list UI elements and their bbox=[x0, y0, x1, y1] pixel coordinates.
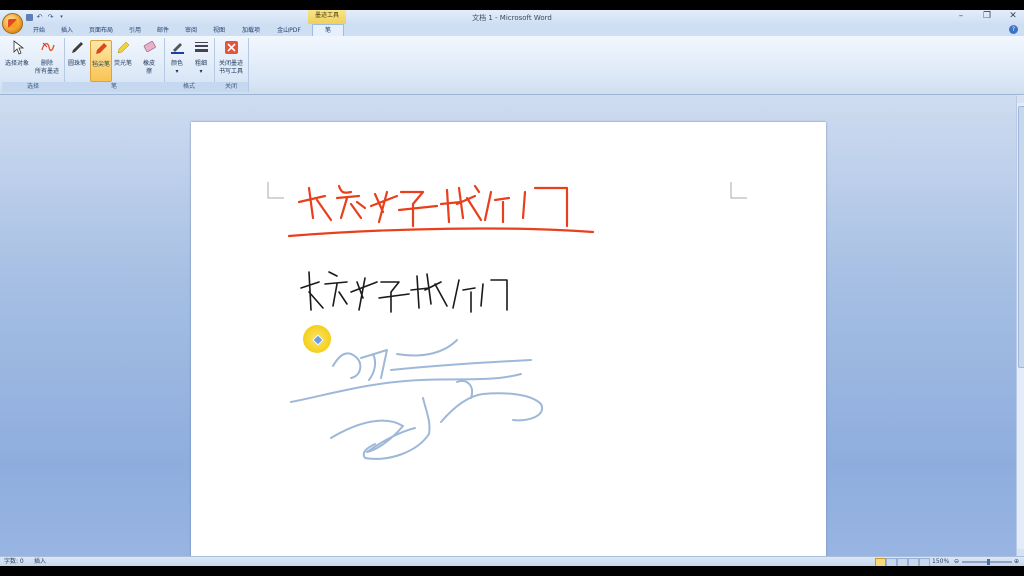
tab-page-layout[interactable]: 页面布局 bbox=[84, 25, 118, 36]
scroll-up-button[interactable] bbox=[1017, 96, 1024, 103]
office-logo-icon bbox=[8, 19, 17, 28]
restore-button[interactable]: ❐ bbox=[974, 10, 1000, 24]
title-bar: ↶ ↷ ▾ 墨迹工具 文档 1 - Microsoft Word – ❐ ✕ bbox=[0, 10, 1024, 24]
group-format: 颜色 ▾ 粗细 ▾ 格式 bbox=[164, 38, 215, 92]
ribbon: 选择对象 删除 所有墨迹 选择 圆珠笔 毡尖笔 荧光笔 橡皮 擦 笔 颜色 ▾ … bbox=[0, 36, 1024, 95]
document-page[interactable] bbox=[191, 122, 826, 562]
black-ink-strokes bbox=[300, 271, 508, 313]
arrow-cursor-icon bbox=[13, 40, 24, 55]
web-layout-view-button[interactable] bbox=[897, 558, 908, 566]
zoom-in-icon[interactable]: ⊕ bbox=[1014, 557, 1019, 566]
group-format-label: 格式 bbox=[164, 82, 214, 92]
group-close-label: 关闭 bbox=[214, 82, 248, 92]
margin-mark-top-left bbox=[267, 182, 284, 199]
tab-view[interactable]: 视图 bbox=[208, 25, 230, 36]
tab-references[interactable]: 引用 bbox=[124, 25, 146, 36]
highlighter-icon bbox=[117, 41, 129, 54]
close-ink-tools-label: 关闭墨迹 书写工具 bbox=[218, 60, 243, 75]
ink-canvas[interactable] bbox=[191, 122, 826, 562]
ballpoint-pen-button[interactable]: 圆珠笔 bbox=[66, 40, 88, 68]
thickness-button[interactable]: 粗细 ▾ bbox=[190, 40, 212, 76]
scroll-down-button[interactable] bbox=[1017, 549, 1024, 556]
tab-kingsoft-pdf[interactable]: 金山PDF bbox=[272, 25, 306, 36]
tab-home[interactable]: 开始 bbox=[28, 25, 50, 36]
close-window-button[interactable]: ✕ bbox=[1000, 10, 1024, 24]
thickness-dropdown-icon: ▾ bbox=[199, 68, 203, 75]
eraser-label: 橡皮 擦 bbox=[142, 60, 155, 75]
group-pens: 圆珠笔 毡尖笔 荧光笔 橡皮 擦 笔 bbox=[64, 38, 165, 92]
window-title: 文档 1 - Microsoft Word bbox=[472, 14, 552, 22]
eraser-button[interactable]: 橡皮 擦 bbox=[138, 40, 160, 76]
zoom-out-icon[interactable]: ⊖ bbox=[954, 557, 959, 566]
thickness-label: 粗细 bbox=[194, 60, 207, 67]
line-thickness-icon bbox=[194, 42, 208, 52]
tab-mailings[interactable]: 邮件 bbox=[152, 25, 174, 36]
select-objects-button[interactable]: 选择对象 bbox=[2, 40, 32, 68]
outline-view-button[interactable] bbox=[908, 558, 919, 566]
color-button[interactable]: 颜色 ▾ bbox=[166, 40, 188, 76]
print-layout-view-button[interactable] bbox=[875, 558, 886, 566]
highlighter-button[interactable]: 荧光笔 bbox=[112, 40, 134, 68]
tab-review[interactable]: 审阅 bbox=[180, 25, 202, 36]
red-ink-strokes bbox=[287, 184, 595, 238]
select-objects-label: 选择对象 bbox=[4, 60, 29, 67]
office-button[interactable] bbox=[2, 13, 23, 34]
draft-view-button[interactable] bbox=[919, 558, 930, 566]
tab-add-ins[interactable]: 加载项 bbox=[236, 25, 266, 36]
highlighter-label: 荧光笔 bbox=[113, 60, 132, 67]
color-dropdown-icon: ▾ bbox=[175, 68, 179, 75]
zoom-slider-knob[interactable] bbox=[987, 559, 990, 565]
group-select: 选择对象 删除 所有墨迹 选择 bbox=[2, 38, 65, 92]
vertical-scrollbar[interactable] bbox=[1016, 96, 1024, 556]
pen-color-icon bbox=[170, 43, 184, 54]
ballpoint-pen-label: 圆珠笔 bbox=[67, 60, 86, 67]
color-label: 颜色 bbox=[170, 60, 183, 67]
document-area bbox=[0, 95, 1017, 562]
scrollbar-thumb[interactable] bbox=[1018, 106, 1024, 368]
word-window: ↶ ↷ ▾ 墨迹工具 文档 1 - Microsoft Word – ❐ ✕ 开… bbox=[0, 10, 1024, 566]
delete-ink-icon bbox=[40, 42, 55, 52]
close-ink-tools-button[interactable]: 关闭墨迹 书写工具 bbox=[216, 40, 246, 76]
ballpoint-pen-icon bbox=[71, 42, 83, 53]
minimize-button[interactable]: – bbox=[948, 10, 974, 24]
delete-all-ink-button[interactable]: 删除 所有墨迹 bbox=[32, 40, 62, 76]
tab-insert[interactable]: 插入 bbox=[56, 25, 78, 36]
group-select-label: 选择 bbox=[2, 82, 64, 92]
felt-tip-pen-icon bbox=[95, 43, 107, 54]
status-bar: 字数: 0 插入 150% ⊖ ⊕ bbox=[0, 556, 1024, 566]
full-screen-view-button[interactable] bbox=[886, 558, 897, 566]
close-ink-icon bbox=[224, 41, 238, 54]
blue-ink-strokes bbox=[290, 339, 544, 460]
pen-cursor-icon bbox=[303, 325, 331, 353]
ribbon-tabs: 开始 插入 页面布局 引用 邮件 审阅 视图 加载项 金山PDF 笔 ? bbox=[0, 24, 1024, 37]
delete-all-ink-label: 删除 所有墨迹 bbox=[34, 60, 59, 75]
margin-mark-top-right bbox=[730, 182, 747, 199]
group-close: 关闭墨迹 书写工具 关闭 bbox=[214, 38, 249, 92]
word-count[interactable]: 字数: 0 bbox=[4, 557, 24, 566]
felt-tip-pen-label: 毡尖笔 bbox=[91, 61, 110, 68]
eraser-icon bbox=[143, 41, 156, 53]
help-icon[interactable]: ? bbox=[1009, 25, 1018, 34]
felt-tip-pen-button[interactable]: 毡尖笔 bbox=[90, 40, 112, 82]
zoom-level[interactable]: 150% bbox=[932, 557, 949, 566]
insert-mode[interactable]: 插入 bbox=[34, 557, 46, 566]
group-pens-label: 笔 bbox=[64, 82, 164, 92]
